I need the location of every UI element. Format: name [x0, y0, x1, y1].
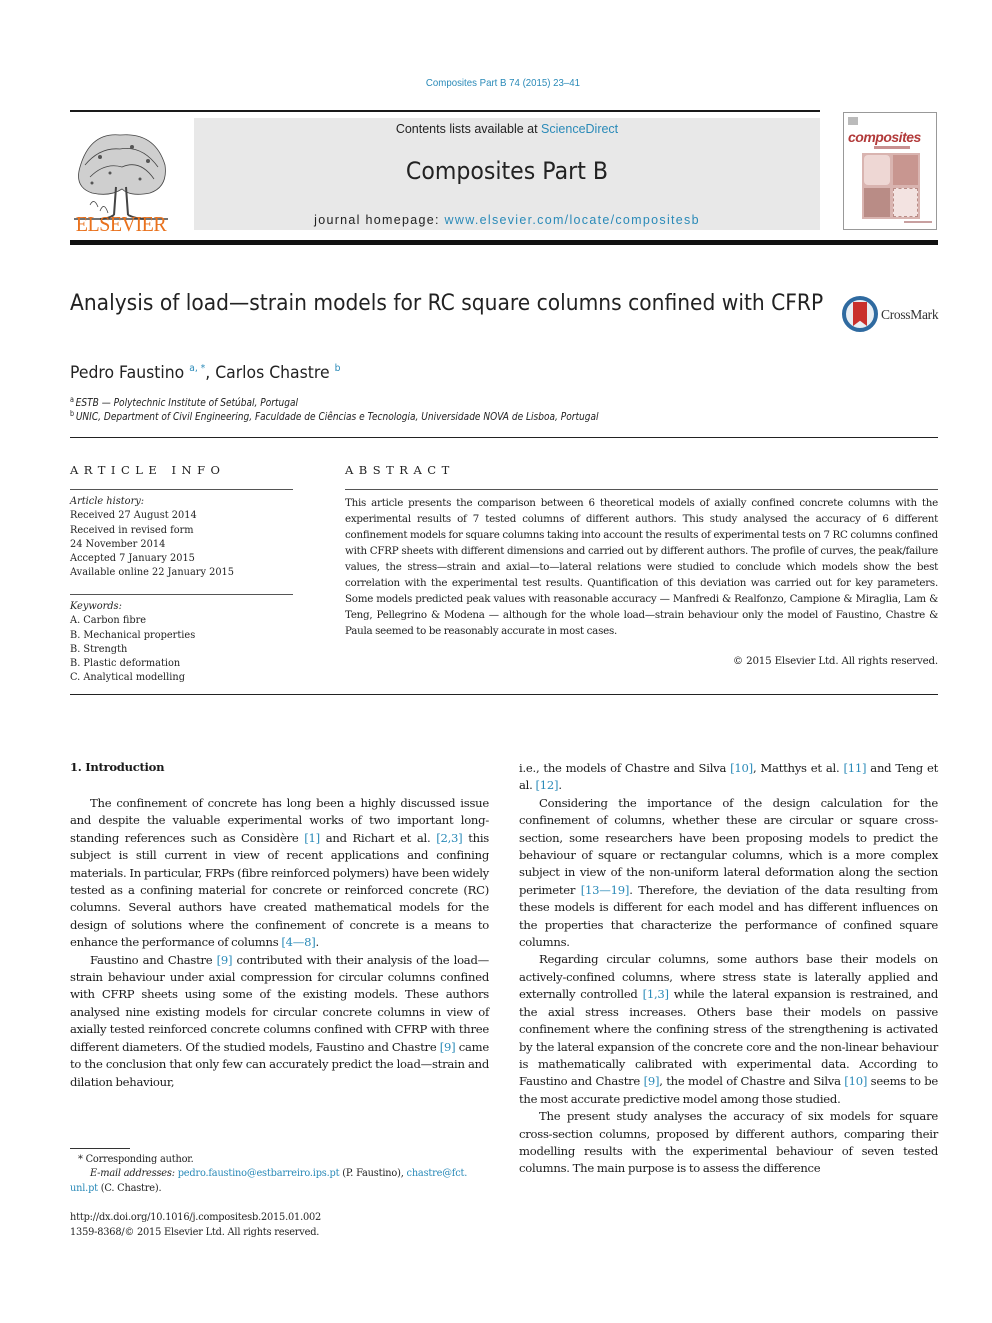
citation-link[interactable]: [9] — [440, 1040, 456, 1054]
citation-link[interactable]: [10] — [730, 761, 753, 775]
sciencedirect-link[interactable]: ScienceDirect — [541, 122, 618, 136]
header-rule — [70, 110, 820, 112]
citation-link[interactable]: [11] — [843, 761, 866, 775]
keyword-item: A. Carbon fibre — [70, 614, 147, 627]
journal-title: Composites Part B — [405, 157, 609, 185]
email-owner: (P. Faustino), — [339, 1168, 407, 1179]
cover-title: composites — [848, 129, 921, 145]
abstract-end-rule — [70, 694, 938, 695]
contents-line: Contents lists available at ScienceDirec… — [194, 122, 820, 136]
paragraph-text: this subject is still current in view of… — [70, 830, 489, 950]
crossmark-button[interactable]: CrossMark — [842, 296, 942, 334]
doi-link[interactable]: http://dx.doi.org/10.1016/j.compositesb.… — [70, 1210, 321, 1225]
author-name[interactable]: Carlos Chastre — [215, 363, 329, 383]
homepage-prefix: journal homepage: — [314, 213, 445, 227]
paragraph-text: , Matthys et al. — [752, 761, 844, 775]
journal-homepage-link[interactable]: www.elsevier.com/locate/compositesb — [445, 213, 700, 227]
email-link-chastre-cont[interactable]: unl.pt — [70, 1183, 98, 1194]
keyword-item: B. Strength — [70, 642, 128, 655]
abstract-rule — [345, 489, 938, 490]
affiliation: b UNIC, Department of Civil Engineering, … — [70, 409, 598, 423]
body-column-left: The confinement of concrete has long bee… — [70, 795, 489, 1091]
history-label: Article history: — [70, 495, 145, 507]
history-item: Available online 22 January 2015 — [70, 566, 235, 579]
paragraph-text: contributed with their analysis of the l… — [70, 952, 489, 1054]
email-addresses-line: E-mail addresses: pedro.faustino@estbarr… — [90, 1166, 467, 1181]
citation-link[interactable]: [13—19] — [581, 883, 630, 897]
article-info-rule — [70, 489, 293, 490]
author-affiliation-marker[interactable]: b — [335, 363, 341, 374]
body-paragraph: The present study analyses the accuracy … — [519, 1108, 938, 1178]
paragraph-text: . — [315, 935, 320, 950]
issn-copyright: 1359-8368/© 2015 Elsevier Ltd. All right… — [70, 1227, 320, 1238]
paragraph-text: Considering the importance of the design… — [519, 795, 938, 897]
citation-link[interactable]: [9] — [644, 1074, 660, 1088]
body-paragraph: Considering the importance of the design… — [519, 795, 938, 952]
affiliation-text: ESTB — Polytechnic Institute of Setúbal,… — [75, 397, 299, 409]
email-link-faustino[interactable]: pedro.faustino@estbarreiro.ips.pt — [178, 1168, 340, 1179]
history-item: Received in revised form — [70, 523, 194, 536]
body-paragraph: i.e., the models of Chastre and Silva [1… — [519, 760, 938, 795]
header-thick-rule — [70, 240, 938, 245]
history-item: Accepted 7 January 2015 — [70, 552, 195, 565]
article-info-heading: ARTICLE INFO — [70, 463, 226, 477]
email-owner: (C. Chastre). — [97, 1183, 162, 1194]
keyword-item: B. Mechanical properties — [70, 628, 196, 641]
citation-link[interactable]: [1] — [304, 831, 320, 845]
citation-link[interactable]: [1,3] — [643, 987, 669, 1001]
paragraph-text: , the model of Chastre and Silva — [659, 1074, 845, 1089]
affiliation-key: b — [70, 409, 75, 418]
citation-link[interactable]: [4—8] — [281, 935, 315, 949]
email-addresses-line-2: unl.pt (C. Chastre). — [70, 1181, 162, 1196]
contents-prefix: Contents lists available at — [395, 122, 542, 136]
cover-logo-icon — [848, 117, 858, 125]
title-block-rule — [70, 437, 938, 438]
cover-image — [862, 153, 920, 219]
abstract-text: This article presents the comparison bet… — [345, 497, 938, 637]
abstract-copyright: © 2015 Elsevier Ltd. All rights reserved… — [732, 655, 938, 667]
cover-footer — [904, 221, 932, 223]
author-separator: , — [205, 363, 216, 383]
paragraph-text: . — [558, 778, 562, 793]
paragraph-text: Faustino and Chastre — [90, 952, 217, 967]
keywords-label: Keywords: — [70, 600, 122, 612]
corresponding-author-note: * Corresponding author. — [78, 1154, 194, 1165]
body-paragraph: The confinement of concrete has long bee… — [70, 795, 489, 952]
email-link-chastre[interactable]: chastre@fct. — [407, 1168, 468, 1179]
paragraph-text: The present study analyses the accuracy … — [519, 1109, 938, 1176]
citation-link[interactable]: [12] — [536, 778, 559, 792]
footnote-rule — [70, 1148, 130, 1149]
body-paragraph: Faustino and Chastre [9] contributed wit… — [70, 952, 489, 1091]
section-heading-introduction: 1. Introduction — [70, 760, 165, 774]
author-name[interactable]: Pedro Faustino — [70, 363, 184, 383]
keywords-rule — [70, 594, 293, 595]
elsevier-wordmark: ELSEVIER — [75, 212, 167, 236]
paragraph-text: i.e., the models of Chastre and Silva — [519, 761, 731, 775]
citation-link[interactable]: [9] — [217, 953, 233, 967]
keyword-item: B. Plastic deformation — [70, 657, 181, 670]
journal-cover-thumbnail[interactable]: composites — [843, 112, 937, 230]
article-title: Analysis of load—strain models for RC sq… — [70, 291, 824, 316]
body-paragraph: Regarding circular columns, some authors… — [519, 951, 938, 1108]
keywords-list: Keywords: A. Carbon fibre B. Mechanical … — [70, 599, 195, 685]
email-label: E-mail addresses: — [90, 1168, 178, 1179]
journal-reference-link[interactable]: Composites Part B 74 (2015) 23–41 — [40, 77, 966, 89]
affiliation-text: UNIC, Department of Civil Engineering, F… — [75, 411, 599, 423]
affiliation-key: a — [70, 395, 74, 404]
affiliation: a ESTB — Polytechnic Institute of Setúbal… — [70, 395, 298, 409]
cover-subtitle — [874, 146, 910, 149]
citation-link[interactable]: [2,3] — [436, 831, 462, 845]
citation-link[interactable]: [10] — [844, 1074, 867, 1088]
history-item: Received 27 August 2014 — [70, 509, 197, 522]
history-item: 24 November 2014 — [70, 537, 166, 550]
article-history: Article history: Received 27 August 2014… — [70, 494, 234, 580]
body-column-right: i.e., the models of Chastre and Silva [1… — [519, 760, 938, 1178]
crossmark-label: CrossMark — [881, 307, 939, 322]
paragraph-text: and Richart et al. — [319, 830, 437, 845]
author-affiliation-marker[interactable]: a, * — [189, 363, 205, 374]
keyword-item: C. Analytical modelling — [70, 671, 185, 684]
journal-homepage-line: journal homepage: www.elsevier.com/locat… — [194, 213, 820, 227]
abstract-heading: ABSTRACT — [345, 463, 455, 477]
author-list: Pedro Faustino a, *, Carlos Chastre b — [70, 363, 340, 383]
